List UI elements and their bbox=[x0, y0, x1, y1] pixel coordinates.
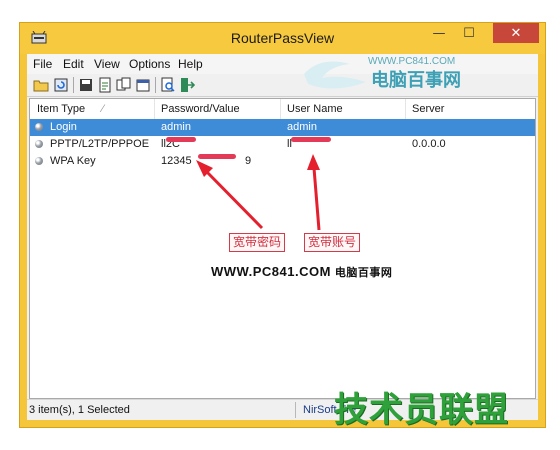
item-bullet-icon bbox=[35, 123, 43, 131]
find-icon[interactable] bbox=[160, 77, 176, 93]
item-bullet-icon bbox=[35, 157, 43, 165]
properties-icon[interactable] bbox=[135, 77, 151, 93]
cell-password: 12345 bbox=[161, 155, 192, 167]
cell-password: admin bbox=[161, 121, 191, 133]
refresh-icon[interactable] bbox=[53, 77, 69, 93]
exit-icon[interactable] bbox=[179, 77, 195, 93]
column-header-server[interactable]: Server bbox=[412, 103, 444, 115]
column-divider[interactable] bbox=[280, 99, 281, 119]
redaction-mark bbox=[198, 154, 236, 159]
cell-item-type: PPTP/L2TP/PPPOE bbox=[50, 138, 150, 150]
column-header-user-name[interactable]: User Name bbox=[287, 103, 343, 115]
save-icon[interactable] bbox=[78, 77, 94, 93]
open-icon[interactable] bbox=[33, 77, 49, 93]
list-header: Item Type ⁄ Password/Value User Name Ser… bbox=[30, 99, 535, 120]
column-divider[interactable] bbox=[154, 99, 155, 119]
copy-icon[interactable] bbox=[116, 77, 132, 93]
brand-watermark: 技术员联盟 bbox=[334, 390, 509, 430]
menu-bar: File Edit View Options Help bbox=[27, 54, 538, 74]
menu-view[interactable]: View bbox=[94, 57, 120, 71]
maximize-button[interactable]: ☐ bbox=[455, 23, 483, 43]
minimize-button[interactable]: — bbox=[425, 23, 453, 43]
toolbar-separator bbox=[155, 77, 156, 93]
column-header-item-type[interactable]: Item Type bbox=[37, 103, 85, 115]
account-annotation-label: 宽带账号 bbox=[304, 233, 361, 252]
menu-file[interactable]: File bbox=[33, 57, 52, 71]
sort-arrow-icon: ⁄ bbox=[102, 103, 104, 115]
table-row[interactable]: WPA Key 12345 9 bbox=[30, 153, 535, 170]
save-html-icon[interactable] bbox=[97, 77, 113, 93]
watermark-caption: WWW.PC841.COM 电脑百事网 bbox=[211, 264, 392, 280]
column-divider[interactable] bbox=[405, 99, 406, 119]
toolbar bbox=[27, 74, 538, 97]
title-bar[interactable]: RouterPassView — ☐ ✕ bbox=[20, 23, 545, 54]
watermark-caption-domain: WWW.PC841.COM bbox=[211, 264, 331, 279]
cell-item-type: WPA Key bbox=[50, 155, 96, 167]
watermark-caption-name: 电脑百事网 bbox=[334, 267, 393, 279]
menu-help[interactable]: Help bbox=[178, 57, 203, 71]
close-button[interactable]: ✕ bbox=[493, 23, 539, 43]
status-divider bbox=[295, 402, 296, 418]
status-item-count: 3 item(s), 1 Selected bbox=[29, 404, 130, 416]
item-bullet-icon bbox=[35, 140, 43, 148]
column-header-password[interactable]: Password/Value bbox=[161, 103, 240, 115]
cell-server: 0.0.0.0 bbox=[412, 138, 446, 150]
table-row[interactable]: Login admin admin bbox=[30, 119, 535, 136]
table-row[interactable]: PPTP/L2TP/PPPOE ll2C ll 0.0.0.0 bbox=[30, 136, 535, 153]
redaction-mark bbox=[166, 137, 196, 142]
toolbar-separator bbox=[73, 77, 74, 93]
redaction-mark bbox=[291, 137, 331, 142]
password-annotation-label: 宽带密码 bbox=[229, 233, 286, 252]
app-window: RouterPassView — ☐ ✕ File Edit View Opti… bbox=[19, 22, 546, 428]
cell-item-type: Login bbox=[50, 121, 77, 133]
menu-edit[interactable]: Edit bbox=[63, 57, 84, 71]
cell-user-name: admin bbox=[287, 121, 317, 133]
cell-password-tail: 9 bbox=[245, 155, 252, 167]
menu-options[interactable]: Options bbox=[129, 57, 170, 71]
watermark-logo-icon bbox=[304, 61, 366, 89]
watermark-site-name: 电脑百事网 bbox=[371, 70, 461, 91]
